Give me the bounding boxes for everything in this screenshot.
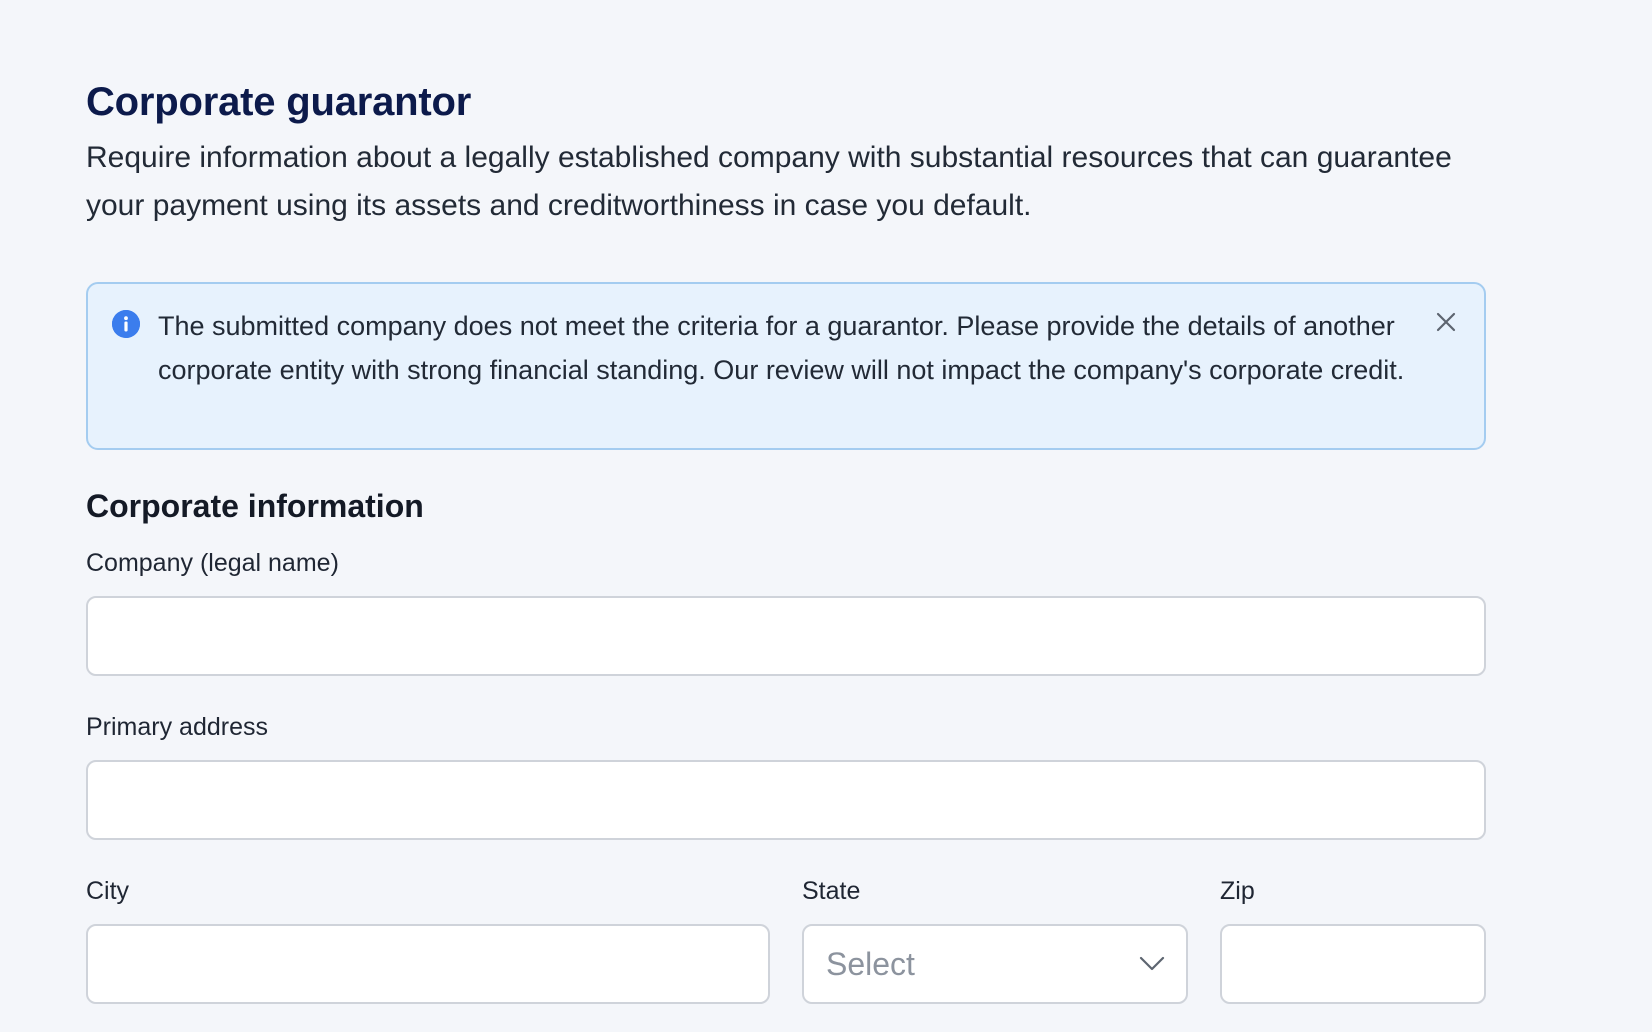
company-label: Company (legal name) [86,549,339,577]
close-icon[interactable] [1432,308,1460,336]
zip-field: Zip [1220,874,1486,1004]
alert-message: The submitted company does not meet the … [158,311,1405,385]
section-title: Corporate information [86,488,424,524]
page-description: Require information about a legally esta… [86,141,1452,222]
primary-address-input[interactable] [86,760,1486,840]
primary-address-label: Primary address [86,713,268,741]
state-select-value: Select [826,945,915,982]
city-field: City [86,874,770,1004]
page-title: Corporate guarantor [86,80,472,124]
chevron-down-icon [1138,950,1166,978]
state-select[interactable]: Select [802,924,1188,1004]
zip-input[interactable] [1220,924,1486,1004]
state-label: State [802,877,861,905]
city-label: City [86,877,130,905]
city-input[interactable] [86,924,770,1004]
corporate-guarantor-page: Corporate guarantor Require information … [86,76,1486,1004]
info-alert: The submitted company does not meet the … [86,282,1486,450]
city-state-zip-row: City State Select Zip [86,874,1486,1004]
company-name-input[interactable] [86,596,1486,676]
state-field: State Select [802,874,1188,1004]
info-icon [112,310,140,338]
zip-label: Zip [1220,877,1255,905]
